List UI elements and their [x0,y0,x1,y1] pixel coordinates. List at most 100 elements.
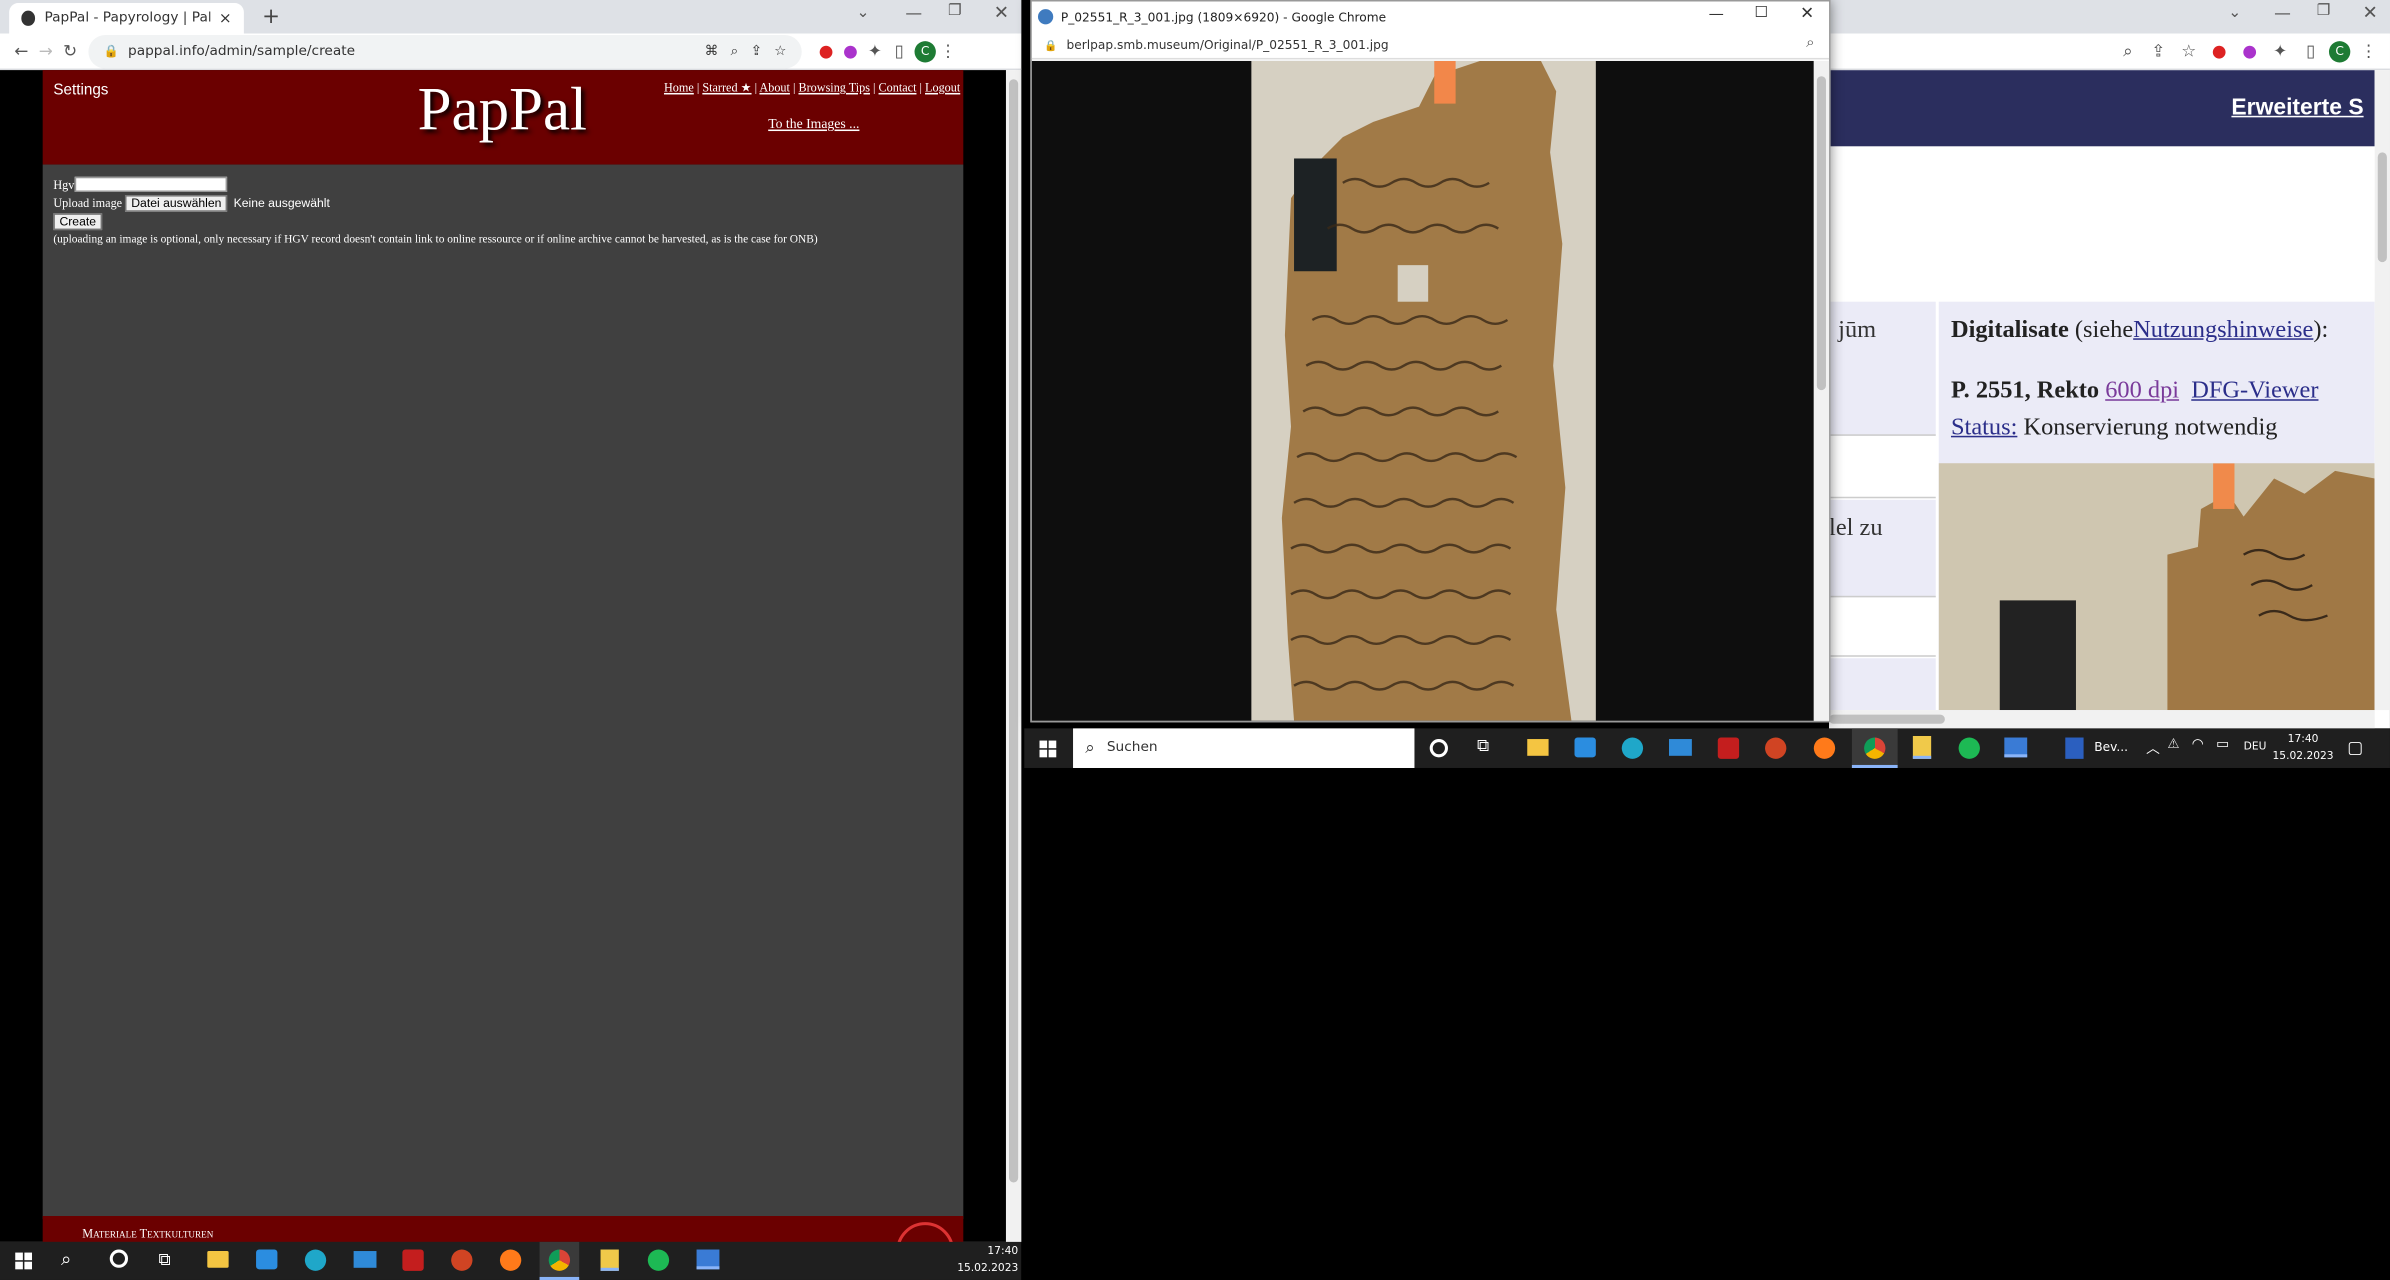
powerpoint-icon[interactable] [451,1249,473,1271]
restore-icon[interactable]: ❐ [948,3,962,20]
right-profile-avatar[interactable]: C [2328,40,2351,62]
mid-photos-icon[interactable] [2004,737,2028,758]
address-bar[interactable]: 🔒 pappal.info/admin/sample/create ⌘ ⌕ ⇪ … [88,34,802,68]
cortana-icon[interactable] [109,1249,129,1268]
settings-link[interactable]: Settings [53,82,108,99]
star-icon[interactable]: ☆ [774,43,786,58]
zoom-icon[interactable]: ⌕ [731,43,739,58]
tray-clock[interactable]: 17:40 15.02.2023 [957,1243,1018,1277]
dpi-link[interactable]: 600 dpi [2105,378,2179,404]
mid-mail-icon[interactable] [1668,739,1692,756]
create-button[interactable]: Create [53,213,103,231]
right-extension-purple-icon[interactable]: ● [2238,39,2262,63]
mid-spotify-icon[interactable] [1958,737,1980,759]
papyrus-thumbnail[interactable] [1938,463,2375,711]
extension-red-icon[interactable]: ● [814,39,838,63]
store-icon[interactable] [256,1249,278,1270]
mid-word-app-icon[interactable] [2065,737,2084,759]
erweiterte-suche-link[interactable]: Erweiterte S [2231,94,2363,120]
tab-pappal[interactable]: PapPal - Papyrology | Paleograph × [9,3,244,34]
minimize-icon[interactable]: — [905,3,922,23]
popup-close-icon[interactable]: ✕ [1800,3,1814,23]
close-window-icon[interactable]: ✕ [994,2,1009,23]
mid-edge-icon[interactable] [1621,737,1644,759]
notes-icon[interactable] [600,1249,619,1271]
new-tab-icon[interactable]: + [262,5,280,29]
right-tab-search-icon[interactable]: ⌄ [2228,5,2241,22]
explorer-icon[interactable] [207,1251,229,1268]
right-extension-red-icon[interactable]: ● [2207,39,2231,63]
nav-logout[interactable]: Logout [925,81,960,95]
right-star-icon[interactable]: ☆ [2177,39,2201,63]
mid-notes-icon[interactable] [1912,735,1932,759]
scrollbar-thumb[interactable] [1009,79,1019,1183]
tray-wifi-icon[interactable]: ◠ [2192,738,2204,753]
hgv-input[interactable] [74,176,227,192]
right-restore-icon[interactable]: ❐ [2317,3,2331,20]
nav-contact[interactable]: Contact [879,81,917,95]
chrome-taskbar-icon[interactable] [539,1241,580,1280]
reload-icon[interactable]: ↻ [58,39,82,63]
mid-search-box[interactable]: ⌕ Suchen [1073,728,1415,768]
popup-zoom-icon[interactable]: ⌕ [1806,35,1815,52]
mid-store-icon[interactable] [1574,737,1596,758]
right-close-window-icon[interactable]: ✕ [2363,2,2378,23]
task-view-icon[interactable]: ⧉ [159,1250,171,1271]
right-scrollbar[interactable] [2374,70,2390,711]
translate-icon[interactable]: ⌘ [705,43,719,58]
forward-icon[interactable]: → [34,39,58,63]
file-choose-button[interactable]: Datei auswählen [125,195,228,212]
mid-explorer-icon[interactable] [1527,739,1549,756]
tray-language[interactable]: DEU [2244,741,2267,753]
sidepanel-icon[interactable]: ▯ [887,39,911,63]
mail-icon[interactable] [353,1251,377,1268]
mid-tray-clock[interactable]: 17:40 15.02.2023 [2271,731,2335,765]
mid-cortana-icon[interactable] [1429,739,1448,758]
edge-icon[interactable] [304,1249,327,1271]
right-sidepanel-icon[interactable]: ▯ [2298,39,2322,63]
tray-security-icon[interactable]: ⚠ [2167,738,2179,753]
share-icon[interactable]: ⇪ [750,43,762,58]
photos-icon[interactable] [696,1249,720,1270]
menu-icon[interactable]: ⋮ [936,39,960,63]
right-hscrollbar-thumb[interactable] [1829,714,1945,724]
spotify-icon[interactable] [647,1249,670,1271]
status-link[interactable]: Status: [1951,414,2017,440]
mid-chrome-icon[interactable] [1851,728,1898,768]
firefox-icon[interactable] [499,1249,522,1271]
acrobat-icon[interactable] [402,1249,424,1271]
nutzungshinweise-link[interactable]: Nutzungshinweise [2133,317,2313,343]
mid-powerpoint-icon[interactable] [1765,737,1787,759]
windows-start-icon[interactable] [15,1252,33,1270]
to-images-link[interactable]: To the Images ... [768,116,859,131]
right-puzzle-icon[interactable]: ✦ [2268,39,2292,63]
scrollbar[interactable] [1005,70,1022,1242]
right-zoom-icon[interactable]: ⌕ [2116,39,2140,63]
nav-about[interactable]: About [759,81,789,95]
right-scrollbar-thumb[interactable] [2377,152,2387,263]
back-icon[interactable]: ← [9,39,33,63]
mid-app-label[interactable]: Bev... [2094,741,2128,755]
mid-start-icon[interactable] [1039,740,1057,758]
nav-starred[interactable]: Starred ★ [702,81,751,95]
popup-maximize-icon[interactable]: ☐ [1754,5,1768,22]
search-icon[interactable]: ⌕ [61,1248,71,1271]
mid-acrobat-icon[interactable] [1717,737,1740,759]
dfg-viewer-link[interactable]: DFG-Viewer [2191,378,2318,404]
mid-task-view-icon[interactable]: ⧉ [1477,736,1489,757]
puzzle-icon[interactable]: ✦ [863,39,887,63]
right-hscrollbar[interactable] [1829,710,2375,729]
tray-battery-icon[interactable]: ▭ [2216,738,2229,753]
nav-browsing-tips[interactable]: Browsing Tips [798,81,870,95]
profile-avatar[interactable]: C [914,40,936,62]
right-share-icon[interactable]: ⇪ [2146,39,2170,63]
nav-home[interactable]: Home [664,81,694,95]
right-menu-icon[interactable]: ⋮ [2356,39,2380,63]
close-icon[interactable]: × [219,10,232,27]
tray-chevron-icon[interactable]: ︿ [2146,738,2160,757]
popup-minimize-icon[interactable]: — [1709,6,1724,23]
popup-scrollbar[interactable] [1813,60,1830,721]
popup-scrollbar-thumb[interactable] [1816,76,1826,391]
mid-firefox-icon[interactable] [1813,737,1836,759]
papyrus-image[interactable] [1251,60,1596,721]
